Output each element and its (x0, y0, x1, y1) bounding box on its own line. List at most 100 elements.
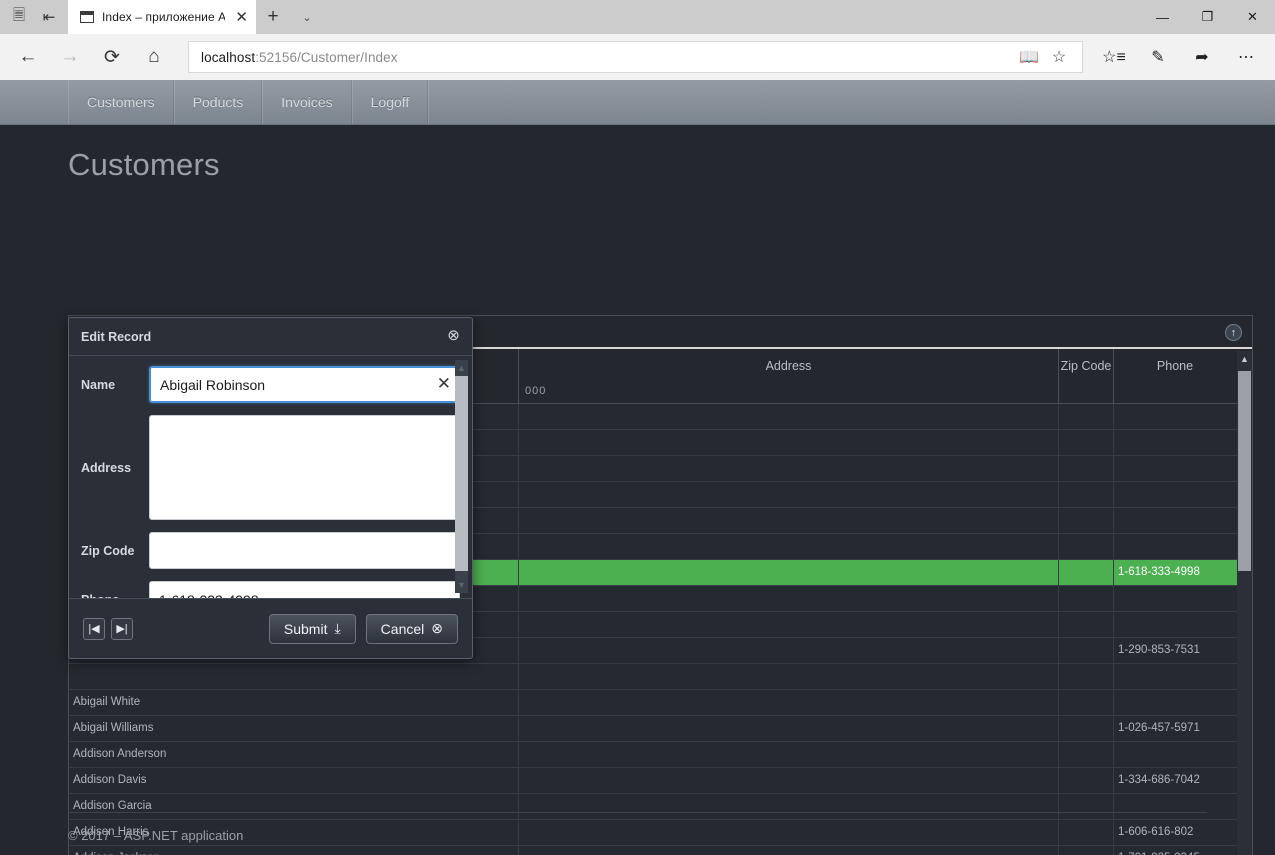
nav-item-customers[interactable]: Customers (68, 80, 174, 124)
minimize-button[interactable]: — (1140, 0, 1185, 34)
table-row[interactable]: Addison Jackson1-701-825-2345 (69, 846, 1252, 855)
table-cell-phone (1114, 612, 1236, 637)
scroll-up-icon[interactable]: ▲ (1237, 351, 1252, 367)
home-button[interactable]: ⌂ (134, 39, 174, 75)
table-cell-phone: 1-701-825-2345 (1114, 846, 1236, 855)
browser-navbar: ← → ⟳ ⌂ localhost:52156/Customer/Index 📖… (0, 34, 1275, 80)
close-tab-icon[interactable]: ✕ (233, 8, 250, 26)
table-cell-phone (1114, 794, 1236, 819)
web-note-pen-icon[interactable]: ✎ (1137, 39, 1179, 75)
cancel-button-label: Cancel (381, 621, 425, 637)
column-header-phone[interactable]: Phone (1114, 349, 1236, 403)
dialog-scroll-down-icon[interactable]: ▼ (455, 577, 468, 593)
table-cell-addr (519, 482, 1059, 507)
name-input-wrapper: ✕ (149, 366, 460, 403)
table-cell-addr (519, 690, 1059, 715)
back-button[interactable]: ← (8, 39, 48, 75)
dialog-first-record-button[interactable]: |◀ (83, 618, 105, 640)
restore-button[interactable]: ❐ (1185, 0, 1230, 34)
table-cell-name: Abigail White (69, 690, 519, 715)
table-cell-addr (519, 586, 1059, 611)
table-cell-zip (1059, 664, 1114, 689)
submit-button[interactable]: Submit ⤓ (269, 614, 356, 644)
browser-titlebar: 🗏 ⇤ Index – приложение AS ✕ + ⌄ — ❐ ✕ (0, 0, 1275, 34)
titlebar-left-icons: 🗏 ⇤ (0, 0, 68, 34)
table-row[interactable] (69, 664, 1252, 690)
column-header-zipcode[interactable]: Zip Code (1059, 349, 1114, 403)
nav-item-products[interactable]: Poducts (174, 80, 263, 124)
address-field-label: Address (81, 461, 149, 475)
share-icon[interactable]: ➦ (1181, 39, 1223, 75)
collapse-toggle-icon[interactable]: ↑ (1225, 324, 1242, 341)
chevron-down-icon[interactable]: ⌄ (290, 0, 324, 34)
submit-button-label: Submit (284, 621, 328, 637)
refresh-button[interactable]: ⟳ (92, 39, 132, 75)
field-row-zipcode: Zip Code (81, 532, 460, 569)
address-bar[interactable]: localhost:52156/Customer/Index 📖 ☆ (188, 41, 1083, 73)
table-cell-addr (519, 794, 1059, 819)
table-cell-name (69, 664, 519, 689)
new-tab-button[interactable]: + (256, 0, 290, 34)
table-cell-addr (519, 664, 1059, 689)
table-cell-addr (519, 456, 1059, 481)
table-row[interactable]: Addison Garcia (69, 794, 1252, 820)
dialog-scrollbar-thumb[interactable] (455, 376, 468, 571)
table-row[interactable]: Abigail White (69, 690, 1252, 716)
nav-item-logoff[interactable]: Logoff (352, 80, 429, 124)
dialog-body: Name ✕ Address Zip Code (69, 356, 472, 598)
table-cell-addr (519, 846, 1059, 855)
table-cell-phone (1114, 482, 1236, 507)
forward-button[interactable]: → (50, 39, 90, 75)
table-cell-zip (1059, 690, 1114, 715)
table-cell-zip (1059, 586, 1114, 611)
grid-vertical-scrollbar[interactable]: ▲ ▼ (1237, 351, 1252, 855)
set-aside-tabs-icon[interactable]: ⇤ (34, 1, 64, 33)
dialog-header: Edit Record ⊗ (69, 318, 472, 356)
column-header-address-label: Address (766, 359, 812, 373)
close-dialog-icon[interactable]: ⊗ (445, 328, 462, 345)
browser-tab[interactable]: Index – приложение AS ✕ (68, 0, 256, 34)
close-window-button[interactable]: ✕ (1230, 0, 1275, 34)
column-filter-address[interactable]: 000 (525, 385, 546, 397)
dialog-scrollbar[interactable]: ▲ ▼ (455, 360, 468, 593)
grid-scrollbar-thumb[interactable] (1238, 371, 1251, 571)
table-cell-addr (519, 560, 1059, 585)
dialog-scroll-up-icon[interactable]: ▲ (455, 360, 468, 376)
clear-name-icon[interactable]: ✕ (437, 375, 451, 393)
edit-record-dialog: Edit Record ⊗ Name ✕ Address (68, 317, 473, 659)
nav-item-invoices[interactable]: Invoices (262, 80, 351, 124)
table-row[interactable]: Addison Anderson (69, 742, 1252, 768)
table-cell-zip (1059, 794, 1114, 819)
name-input[interactable] (149, 366, 460, 403)
table-row[interactable]: Addison Davis1-334-686-7042 (69, 768, 1252, 794)
zipcode-input[interactable] (149, 532, 460, 569)
address-textarea[interactable] (149, 415, 460, 520)
more-options-icon[interactable]: ⋯ (1225, 39, 1267, 75)
page-body: Customers ↑ Address 000 Zip Code (0, 125, 1275, 855)
table-cell-phone: 1-334-686-7042 (1114, 768, 1236, 793)
table-row[interactable]: Addison Harris1-606-616-802 (69, 820, 1252, 846)
column-header-address[interactable]: Address 000 (519, 349, 1059, 403)
table-cell-addr (519, 612, 1059, 637)
cancel-button[interactable]: Cancel ⊗ (366, 614, 458, 644)
table-cell-addr (519, 430, 1059, 455)
window-controls: — ❐ ✕ (1140, 0, 1275, 34)
favorite-star-icon[interactable]: ☆ (1044, 42, 1074, 72)
table-cell-zip (1059, 508, 1114, 533)
table-cell-phone (1114, 430, 1236, 455)
tabs-list-icon[interactable]: 🗏 (4, 1, 34, 33)
table-row[interactable]: Abigail Williams1-026-457-5971 (69, 716, 1252, 742)
reading-view-icon[interactable]: 📖 (1014, 42, 1044, 72)
footer-divider (68, 812, 1207, 813)
table-cell-zip (1059, 612, 1114, 637)
table-cell-zip (1059, 456, 1114, 481)
hub-icon[interactable]: ☆≡ (1093, 39, 1135, 75)
name-field-label: Name (81, 378, 149, 392)
phone-input[interactable] (149, 581, 460, 598)
nav-spacer (428, 80, 464, 124)
table-cell-zip (1059, 846, 1114, 855)
field-row-phone: Phone (81, 581, 460, 598)
dialog-last-record-button[interactable]: ▶| (111, 618, 133, 640)
table-cell-phone (1114, 508, 1236, 533)
table-cell-addr (519, 768, 1059, 793)
